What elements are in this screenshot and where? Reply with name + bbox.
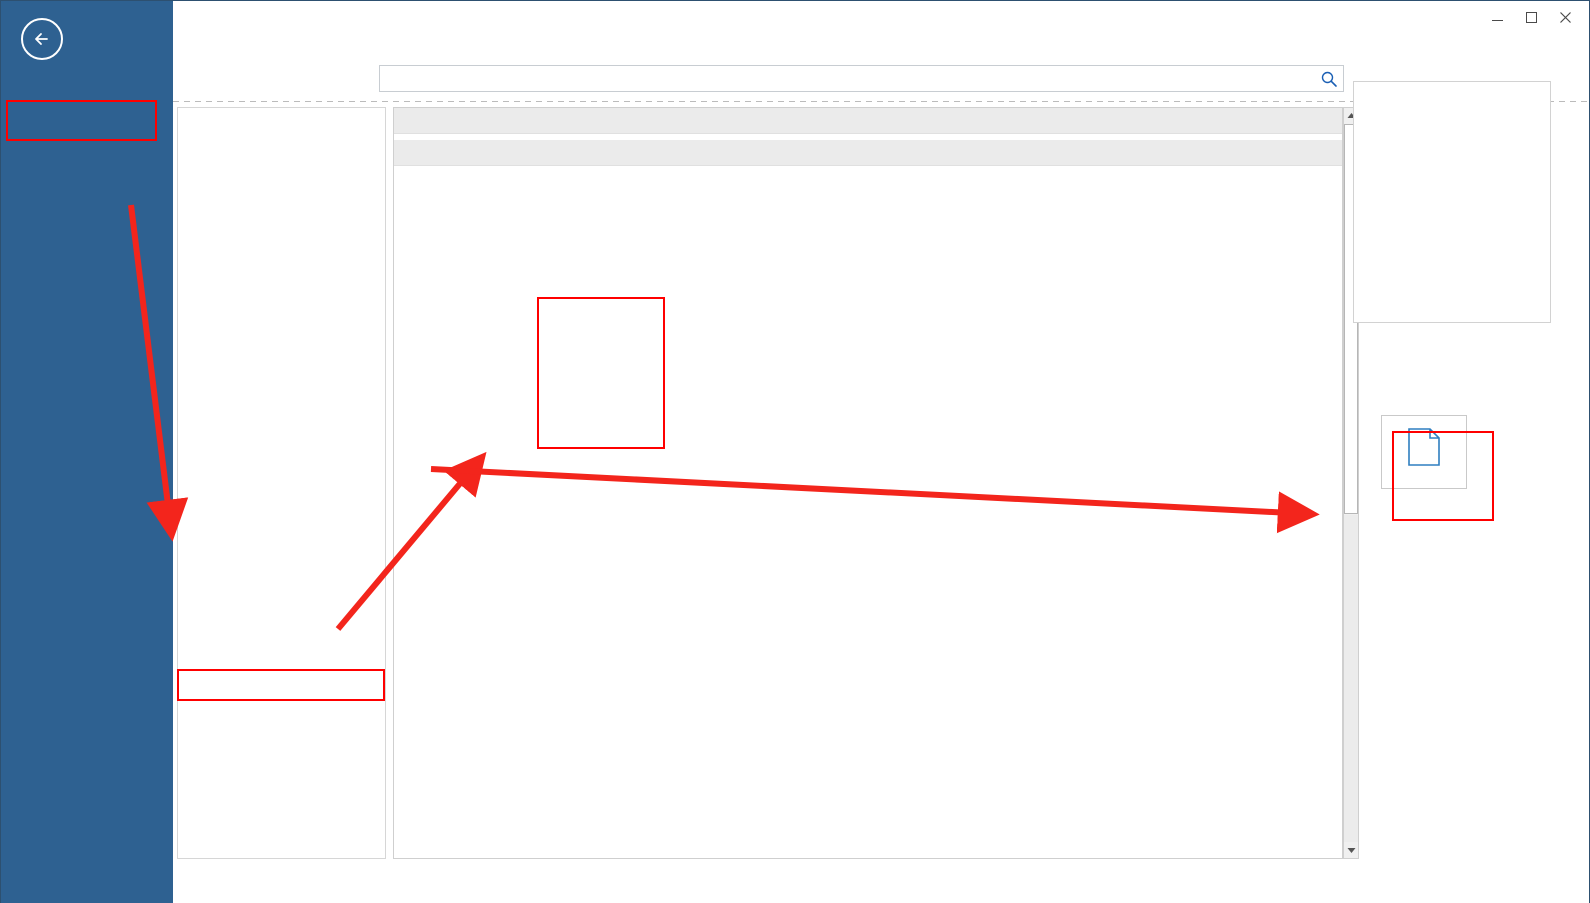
preview-panel — [1353, 75, 1585, 775]
templates-section-header — [394, 108, 1342, 134]
examples-section-header — [394, 140, 1342, 166]
minimize-button[interactable] — [1481, 5, 1513, 29]
back-arrow-icon[interactable] — [21, 18, 63, 60]
search-box[interactable] — [379, 65, 1344, 92]
category-list[interactable] — [177, 107, 386, 859]
gallery-panel — [393, 107, 1343, 859]
create-button[interactable] — [1381, 415, 1467, 489]
close-button[interactable] — [1549, 5, 1581, 29]
preview-thumbnail — [1353, 81, 1551, 323]
maximize-button[interactable] — [1515, 5, 1547, 29]
search-input[interactable] — [380, 66, 1310, 91]
edraw-backstage-window — [0, 0, 1590, 903]
backstage-main — [173, 35, 1589, 903]
examples-grid — [394, 166, 1342, 174]
scroll-down-arrow-icon[interactable] — [1344, 843, 1358, 858]
new-document-icon — [1407, 428, 1441, 471]
window-controls — [1481, 5, 1581, 29]
left-sidebar — [1, 1, 173, 903]
search-icon[interactable] — [1320, 70, 1338, 88]
title-bar — [173, 1, 1589, 35]
create-section — [1381, 415, 1585, 489]
